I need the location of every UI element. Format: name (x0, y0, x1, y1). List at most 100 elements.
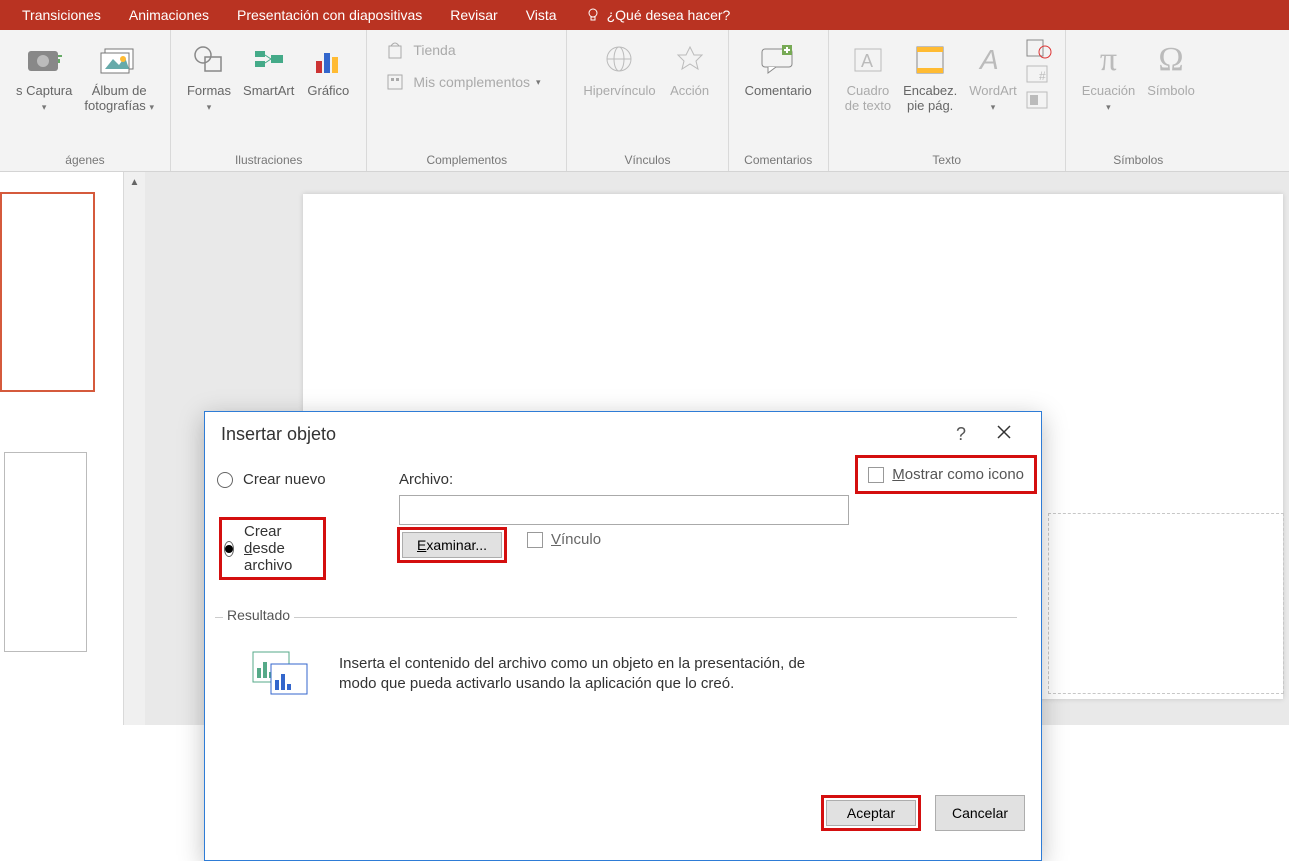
tell-me-search[interactable]: ¿Qué desea hacer? (571, 7, 745, 23)
tienda-button[interactable]: Tienda (377, 34, 556, 66)
mostrar-icono-checkbox[interactable]: Mostrar como icono (892, 466, 1024, 483)
dialog-help-button[interactable]: ? (941, 424, 981, 445)
slide-thumbnail-selected[interactable] (0, 192, 95, 392)
highlight-mostrar-icono: Mostrar como icono (855, 455, 1037, 494)
slide-thumbnail[interactable] (4, 452, 87, 652)
encab-label-2: pie pág. (907, 98, 953, 113)
radio-crear-nuevo[interactable]: Crear nuevo (217, 471, 326, 488)
captura-label: s Captura (16, 83, 72, 98)
accion-label: Acción (670, 84, 709, 99)
tell-me-label: ¿Qué desea hacer? (607, 7, 731, 23)
mis-complementos-label: Mis complementos (413, 74, 530, 90)
resultado-fieldset: Resultado Inserta el contenido del archi… (215, 617, 1017, 734)
ribbon-group-complementos: Tienda Mis complementos ▾ Complementos (367, 30, 567, 171)
group-label-comentarios: Comentarios (744, 153, 812, 171)
tab-animaciones[interactable]: Animaciones (115, 0, 223, 30)
group-label-imagenes: ágenes (65, 153, 104, 171)
ribbon-group-vinculos: Hipervínculo Acción Vínculos (567, 30, 728, 171)
checkbox-icon (868, 467, 884, 483)
hipervinculo-label: Hipervínculo (583, 84, 655, 99)
vinculo-label: Vínculo (551, 531, 601, 548)
album-label-2: fotografías (84, 98, 145, 113)
lightbulb-icon (585, 7, 601, 23)
encabezado-pie-button[interactable]: Encabez.pie pág. (897, 34, 963, 118)
comentario-label: Comentario (745, 84, 812, 99)
album-fotografias-button[interactable]: Álbum defotografías ▾ (78, 34, 160, 118)
radio-icon (217, 472, 233, 488)
tab-revisar[interactable]: Revisar (436, 0, 511, 30)
svg-text:A: A (861, 51, 873, 71)
ribbon-group-texto: A Cuadrode texto Encabez.pie pág. A Word… (829, 30, 1066, 171)
ribbon-group-ilustraciones: Formas▾ SmartArt Gráfico Ilustraciones (171, 30, 367, 171)
textbox-icon: A (851, 43, 885, 77)
object-icon[interactable] (1025, 90, 1053, 112)
encab-label-1: Encabez. (903, 83, 957, 98)
tab-presentacion-diapositivas[interactable]: Presentación con diapositivas (223, 0, 436, 30)
album-label-1: Álbum de (92, 83, 147, 98)
hipervinculo-button[interactable]: Hipervínculo (577, 34, 661, 103)
result-preview-icon (245, 644, 315, 704)
grafico-label: Gráfico (307, 84, 349, 99)
ecuacion-button[interactable]: π Ecuación▾ (1076, 34, 1141, 118)
editing-stage: ▲ Insertar objeto ? Crear nuevo (0, 172, 1289, 725)
wordart-button[interactable]: A WordArt▾ (963, 34, 1022, 118)
grafico-button[interactable]: Gráfico (300, 34, 356, 103)
group-label-texto: Texto (932, 153, 961, 171)
aceptar-button[interactable]: Aceptar (826, 800, 916, 826)
accion-button[interactable]: Acción (662, 34, 718, 103)
examinar-button[interactable]: Examinar... (402, 532, 502, 558)
date-time-icon[interactable] (1025, 38, 1053, 60)
camera-icon (24, 43, 64, 77)
radio-crear-nuevo-label: Crear nuevo (243, 471, 326, 488)
tab-vista[interactable]: Vista (512, 0, 571, 30)
photo-album-icon (99, 43, 139, 77)
radio-crear-desde-archivo[interactable]: Crear desde archivo (224, 523, 319, 574)
chart-icon (310, 43, 346, 77)
slide-number-icon[interactable]: # (1025, 64, 1053, 86)
action-star-icon (674, 43, 706, 77)
archivo-input[interactable] (399, 495, 849, 525)
ribbon-tabs: Transiciones Animaciones Presentación co… (0, 0, 1289, 30)
slide-thumbnail-panel: ▲ (0, 172, 145, 725)
panel-scrollbar[interactable]: ▲ (123, 172, 145, 725)
ribbon: s Captura▾ Álbum defotografías ▾ ágenes … (0, 30, 1289, 172)
resultado-label: Resultado (223, 607, 294, 623)
smartart-icon (251, 43, 287, 77)
group-label-simbolos: Símbolos (1113, 153, 1163, 171)
wordart-icon: A (976, 43, 1010, 77)
tienda-label: Tienda (413, 42, 455, 58)
comentario-button[interactable]: Comentario (739, 34, 818, 103)
cuadro-texto-button[interactable]: A Cuadrode texto (839, 34, 897, 118)
resultado-text: Inserta el contenido del archivo como un… (339, 654, 839, 695)
smartart-button[interactable]: SmartArt (237, 34, 300, 103)
formas-button[interactable]: Formas▾ (181, 34, 237, 118)
tab-transiciones[interactable]: Transiciones (8, 0, 115, 30)
smartart-label: SmartArt (243, 84, 294, 99)
content-placeholder[interactable] (1048, 513, 1284, 694)
simbolo-button[interactable]: Ω Símbolo (1141, 34, 1201, 103)
ecuacion-label: Ecuación (1082, 83, 1135, 98)
header-footer-icon (913, 43, 947, 77)
highlight-aceptar: Aceptar (821, 795, 921, 831)
cancelar-button[interactable]: Cancelar (935, 795, 1025, 831)
formas-label: Formas (187, 83, 231, 98)
shapes-icon (191, 43, 227, 77)
simbolo-label: Símbolo (1147, 84, 1195, 99)
group-label-ilustraciones: Ilustraciones (235, 153, 302, 171)
vinculo-checkbox[interactable]: Vínculo (527, 531, 601, 548)
radio-crear-desde-label: Crear desde archivo (244, 523, 319, 574)
scroll-up-icon[interactable]: ▲ (124, 172, 145, 192)
pi-icon: π (1100, 41, 1117, 79)
dialog-close-button[interactable] (981, 424, 1027, 445)
group-label-vinculos: Vínculos (624, 153, 670, 171)
mis-complementos-button[interactable]: Mis complementos ▾ (377, 66, 556, 98)
close-icon (996, 424, 1012, 440)
cuadro-label-1: Cuadro (847, 83, 890, 98)
ribbon-group-simbolos: π Ecuación▾ Ω Símbolo Símbolos (1066, 30, 1211, 171)
dialog-title: Insertar objeto (221, 424, 336, 445)
addins-icon (385, 72, 405, 92)
group-label-complementos: Complementos (426, 153, 507, 171)
svg-text:#: # (1039, 69, 1046, 83)
captura-button[interactable]: s Captura▾ (10, 34, 78, 118)
checkbox-icon (527, 532, 543, 548)
